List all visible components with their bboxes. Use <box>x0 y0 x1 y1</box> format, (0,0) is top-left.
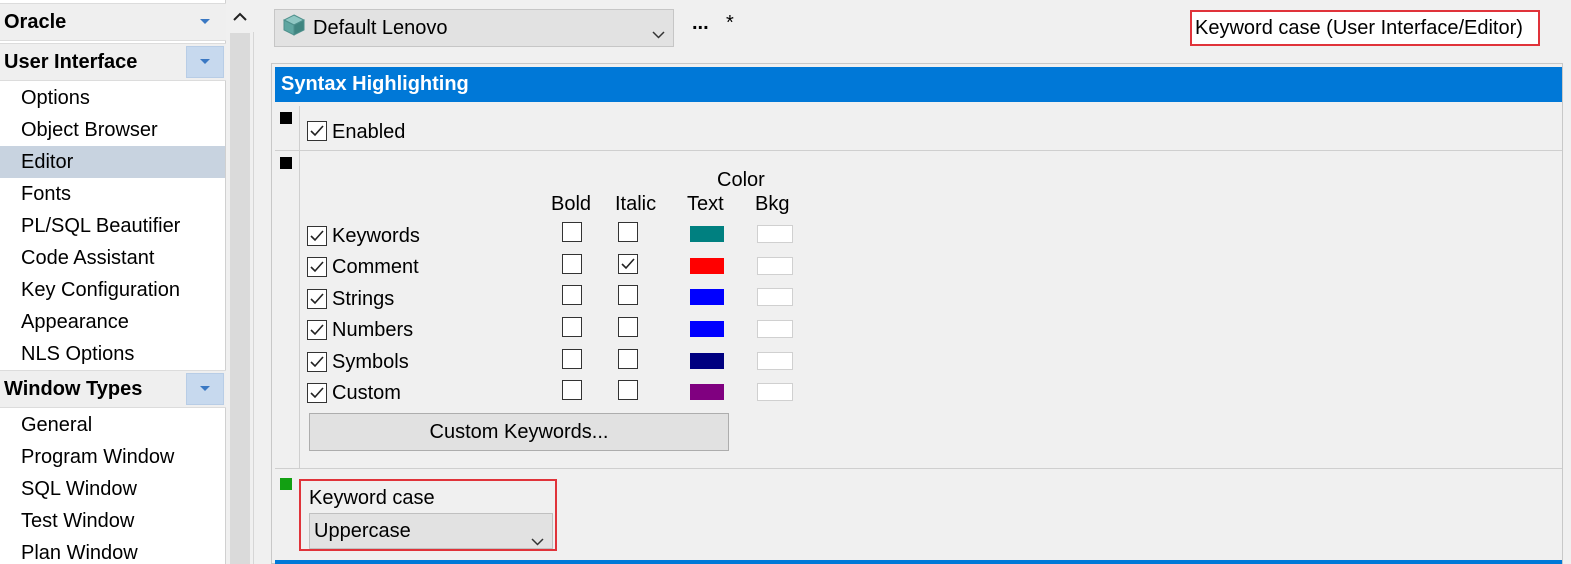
sidebar-item-key-configuration[interactable]: Key Configuration <box>0 274 225 306</box>
modified-indicator: * <box>726 12 734 34</box>
color-header: Color <box>717 169 765 191</box>
sidebar-item-object-browser[interactable]: Object Browser <box>0 114 225 146</box>
section-title: Syntax Highlighting <box>275 67 1562 102</box>
keyword-case-highlight: Keyword case Uppercase <box>299 479 557 551</box>
toolbar: Default Lenovo ... * Keyword case (User … <box>266 0 1571 58</box>
comment-italic-checkbox[interactable] <box>618 254 638 274</box>
template-select[interactable]: Default Lenovo <box>274 9 674 47</box>
keywords-italic-checkbox[interactable] <box>618 222 638 242</box>
group-title: Oracle <box>4 11 67 33</box>
sidebar-item-sql-window[interactable]: SQL Window <box>0 473 225 505</box>
row-separator <box>275 468 1562 469</box>
sidebar-item-options[interactable]: Options <box>0 82 225 114</box>
sidebar-item-plan-window[interactable]: Plan Window <box>0 537 225 564</box>
group-title: Window Types <box>4 378 143 400</box>
chevron-down-icon[interactable] <box>186 373 224 405</box>
numbers-checkbox[interactable] <box>307 320 327 340</box>
setting-marker <box>280 112 292 124</box>
sidebar-item-editor[interactable]: Editor <box>0 146 225 178</box>
preferences-panel: Syntax Highlighting Enabled Color Bold I… <box>271 63 1563 564</box>
comment-text-color[interactable] <box>690 258 724 274</box>
comment-label: Comment <box>332 256 419 278</box>
setting-marker <box>280 157 292 169</box>
symbols-italic-checkbox[interactable] <box>618 349 638 369</box>
changed-setting-marker <box>280 478 292 490</box>
symbols-bkg-color[interactable] <box>757 352 793 370</box>
strings-bkg-color[interactable] <box>757 288 793 306</box>
custom-checkbox[interactable] <box>307 383 327 403</box>
custom-text-color[interactable] <box>690 384 724 400</box>
numbers-label: Numbers <box>332 319 414 341</box>
numbers-bold-checkbox[interactable] <box>562 317 582 337</box>
options-sidebar: Oracle User Interface Options Object Bro… <box>0 0 226 564</box>
keywords-checkbox[interactable] <box>307 226 327 246</box>
strings-italic-checkbox[interactable] <box>618 285 638 305</box>
keyword-case-select[interactable]: Uppercase <box>309 513 553 549</box>
symbols-bold-checkbox[interactable] <box>562 349 582 369</box>
keywords-label: Keywords <box>332 225 420 247</box>
symbols-text-color[interactable] <box>690 353 724 369</box>
custom-bkg-color[interactable] <box>757 383 793 401</box>
strings-checkbox[interactable] <box>307 289 327 309</box>
sidebar-item-nls-options[interactable]: NLS Options <box>0 338 225 370</box>
next-section-header <box>275 560 1562 564</box>
custom-italic-checkbox[interactable] <box>618 380 638 400</box>
sidebar-item-plsql-beautifier[interactable]: PL/SQL Beautifier <box>0 210 225 242</box>
scrollbar-thumb[interactable] <box>230 33 250 564</box>
numbers-text-color[interactable] <box>690 321 724 337</box>
cube-icon <box>282 14 306 42</box>
comment-bkg-color[interactable] <box>757 257 793 275</box>
text-header: Text <box>687 193 724 215</box>
enabled-label: Enabled <box>332 121 406 143</box>
group-header-user-interface[interactable]: User Interface <box>0 43 226 81</box>
custom-keywords-button[interactable]: Custom Keywords... <box>309 413 729 451</box>
symbols-label: Symbols <box>332 351 409 373</box>
sidebar-item-appearance[interactable]: Appearance <box>0 306 225 338</box>
italic-header: Italic <box>615 193 657 215</box>
custom-bold-checkbox[interactable] <box>562 380 582 400</box>
row-divider <box>299 106 300 150</box>
numbers-bkg-color[interactable] <box>757 320 793 338</box>
sidebar-item-program-window[interactable]: Program Window <box>0 441 225 473</box>
search-input[interactable]: Keyword case (User Interface/Editor) <box>1190 10 1540 46</box>
chevron-down-icon[interactable] <box>186 6 224 38</box>
bkg-header: Bkg <box>755 193 790 215</box>
sidebar-item-general[interactable]: General <box>0 409 225 441</box>
keywords-bkg-color[interactable] <box>757 225 793 243</box>
chevron-down-icon <box>652 22 665 45</box>
chevron-up-icon[interactable] <box>226 0 254 32</box>
enabled-checkbox[interactable] <box>307 121 327 141</box>
chevron-down-icon <box>531 523 544 557</box>
sidebar-item-test-window[interactable]: Test Window <box>0 505 225 537</box>
strings-label: Strings <box>332 288 395 310</box>
keywords-text-color[interactable] <box>690 226 724 242</box>
keyword-case-label: Keyword case <box>309 487 435 509</box>
template-options-button[interactable]: ... <box>692 12 709 35</box>
keywords-bold-checkbox[interactable] <box>562 222 582 242</box>
group-header-window-types[interactable]: Window Types <box>0 370 226 408</box>
custom-label: Custom <box>332 382 401 404</box>
comment-bold-checkbox[interactable] <box>562 254 582 274</box>
template-name: Default Lenovo <box>313 16 448 39</box>
strings-bold-checkbox[interactable] <box>562 285 582 305</box>
group-header-oracle[interactable]: Oracle <box>0 3 226 41</box>
sidebar-scrollbar[interactable] <box>226 0 254 564</box>
sidebar-item-fonts[interactable]: Fonts <box>0 178 225 210</box>
strings-text-color[interactable] <box>690 289 724 305</box>
symbols-checkbox[interactable] <box>307 352 327 372</box>
row-separator <box>275 150 1562 151</box>
row-divider <box>299 151 300 468</box>
chevron-down-icon[interactable] <box>186 46 224 78</box>
sidebar-item-code-assistant[interactable]: Code Assistant <box>0 242 225 274</box>
keyword-case-value: Uppercase <box>314 520 411 542</box>
comment-checkbox[interactable] <box>307 257 327 277</box>
group-title: User Interface <box>4 51 138 73</box>
bold-header: Bold <box>551 193 592 215</box>
numbers-italic-checkbox[interactable] <box>618 317 638 337</box>
